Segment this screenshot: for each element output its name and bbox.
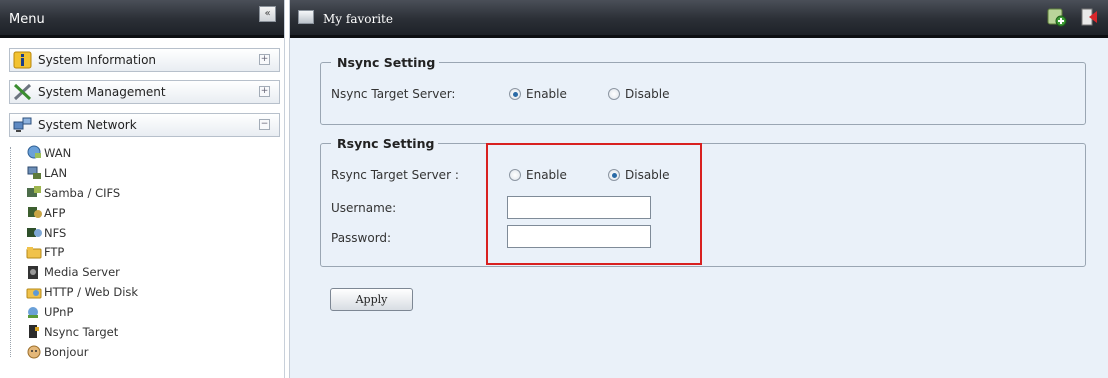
tree-item-wan[interactable]: WAN [26, 143, 266, 163]
nsync-icon [29, 325, 39, 339]
highlight-annotation-box [486, 143, 702, 265]
tree-item-ftp[interactable]: FTP [26, 242, 266, 262]
add-favorite-icon[interactable] [1047, 7, 1067, 27]
tree-item-label: Media Server [44, 265, 120, 280]
tree-item-afp[interactable]: AFP [26, 203, 266, 223]
info-icon [13, 51, 32, 69]
ftp-icon [26, 246, 42, 259]
nsync-server-label: Nsync Target Server: [331, 87, 456, 101]
favorite-window-icon [298, 10, 314, 24]
menu-header: Menu « [0, 0, 284, 38]
tree-item-upnp[interactable]: UPnP [26, 302, 266, 322]
tree-item-bonjour[interactable]: Bonjour [26, 342, 266, 362]
rsync-setting-group: Rsync Setting [320, 136, 1086, 267]
expand-toggle[interactable]: + [259, 54, 270, 65]
password-label: Password: [331, 231, 392, 245]
category-system-network[interactable]: System Network − [9, 113, 280, 137]
category-system-management[interactable]: System Management + [9, 80, 280, 104]
tree-item-label: Samba / CIFS [44, 185, 121, 200]
bonjour-icon [27, 345, 41, 359]
nfs-icon [27, 228, 42, 237]
tree-item-label: LAN [44, 165, 68, 180]
tree-item-label: AFP [44, 205, 66, 220]
rsync-server-label: Rsync Target Server : [331, 168, 459, 182]
category-label: System Management [38, 85, 166, 99]
nsync-disable-radio[interactable]: Disable [608, 87, 670, 101]
category-system-information[interactable]: System Information + [9, 48, 280, 72]
tree-connector-line [10, 147, 11, 357]
upnp-icon [28, 306, 38, 318]
tree-item-label: Nsync Target [44, 324, 119, 339]
tree-item-samba[interactable]: Samba / CIFS [26, 183, 266, 203]
category-label: System Information [38, 53, 157, 67]
expand-toggle[interactable]: + [259, 86, 270, 97]
media-server-icon [28, 265, 38, 279]
tree-item-label: NFS [44, 225, 67, 240]
main-header: My favorite [290, 0, 1108, 38]
tree-item-nfs[interactable]: NFS [26, 223, 266, 243]
samba-icon [27, 186, 41, 198]
tree-item-label: UPnP [44, 305, 74, 320]
collapse-toggle[interactable]: − [259, 119, 270, 130]
radio-label: Enable [526, 87, 567, 101]
network-tree: WAN LAN Samba / CIFS AFP NFS FTP Media S… [26, 143, 266, 362]
http-icon [26, 288, 42, 299]
tree-item-lan[interactable]: LAN [26, 163, 266, 183]
tree-item-label: WAN [44, 145, 72, 160]
tree-item-media-server[interactable]: Media Server [26, 262, 266, 282]
wan-icon [27, 145, 41, 159]
tree-item-label: HTTP / Web Disk [44, 285, 139, 300]
radio-dot [608, 88, 620, 100]
radio-dot-selected [509, 88, 521, 100]
tree-item-http-web-disk[interactable]: HTTP / Web Disk [26, 282, 266, 302]
menu-panel: Menu « System Information + System Manag… [0, 0, 285, 378]
category-label: System Network [38, 118, 137, 132]
nsync-setting-legend: Nsync Setting [337, 55, 436, 70]
logout-icon[interactable] [1080, 7, 1100, 27]
network-icon [13, 117, 32, 132]
rsync-setting-legend: Rsync Setting [337, 136, 435, 151]
tools-icon [13, 83, 32, 101]
tree-item-nsync-target[interactable]: Nsync Target [26, 322, 266, 342]
tree-item-label: FTP [44, 245, 65, 260]
nsync-enable-radio[interactable]: Enable [509, 87, 567, 101]
tree-item-label: Bonjour [44, 344, 89, 359]
collapse-menu-button[interactable]: « [259, 6, 276, 22]
page-title: My favorite [323, 12, 393, 26]
radio-label: Disable [625, 87, 670, 101]
afp-icon [28, 207, 42, 219]
username-label: Username: [331, 201, 397, 215]
lan-icon [27, 166, 41, 180]
menu-title: Menu [9, 12, 45, 27]
apply-button[interactable]: Apply [330, 288, 413, 311]
